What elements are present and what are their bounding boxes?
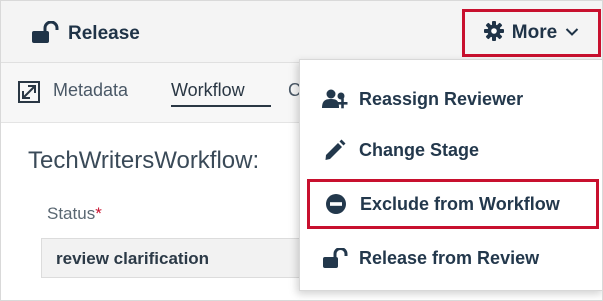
status-field[interactable]: review clarification bbox=[41, 238, 341, 278]
menu-item-release-from-review[interactable]: Release from Review bbox=[300, 235, 602, 281]
more-dropdown-menu: Reassign Reviewer Change Stage Exclude f… bbox=[299, 59, 602, 291]
toolbar: Release More bbox=[1, 1, 602, 63]
required-marker: * bbox=[95, 204, 102, 223]
unlock-icon bbox=[322, 247, 348, 269]
status-label-text: Status bbox=[47, 204, 96, 223]
menu-item-label: Release from Review bbox=[359, 247, 540, 268]
status-field-label: Status* bbox=[47, 204, 102, 224]
menu-item-label: Reassign Reviewer bbox=[359, 88, 524, 109]
tab-metadata[interactable]: Metadata bbox=[53, 80, 128, 101]
active-tab-indicator bbox=[171, 105, 271, 107]
status-value: review clarification bbox=[56, 249, 210, 268]
workflow-title: TechWritersWorkflow: bbox=[28, 147, 260, 174]
more-label: More bbox=[511, 22, 558, 43]
pencil-icon bbox=[322, 139, 348, 161]
menu-item-reassign-reviewer[interactable]: Reassign Reviewer bbox=[300, 76, 602, 122]
user-plus-icon bbox=[322, 88, 348, 110]
page: Release More Metadata Workflow C TechWri… bbox=[0, 0, 603, 301]
release-button[interactable]: Release bbox=[31, 20, 140, 48]
menu-item-label: Exclude from Workflow bbox=[360, 193, 560, 214]
menu-item-exclude-from-workflow[interactable]: Exclude from Workflow bbox=[307, 179, 599, 229]
release-label: Release bbox=[68, 23, 140, 44]
expand-icon[interactable] bbox=[18, 81, 40, 103]
unlock-icon bbox=[31, 20, 59, 48]
gear-icon bbox=[483, 20, 504, 46]
more-button[interactable]: More bbox=[462, 9, 601, 57]
menu-item-change-stage[interactable]: Change Stage bbox=[300, 127, 602, 173]
minus-circle-icon bbox=[323, 193, 349, 215]
chevron-down-icon bbox=[565, 24, 579, 42]
tab-workflow[interactable]: Workflow bbox=[171, 80, 245, 101]
menu-item-label: Change Stage bbox=[359, 139, 480, 160]
